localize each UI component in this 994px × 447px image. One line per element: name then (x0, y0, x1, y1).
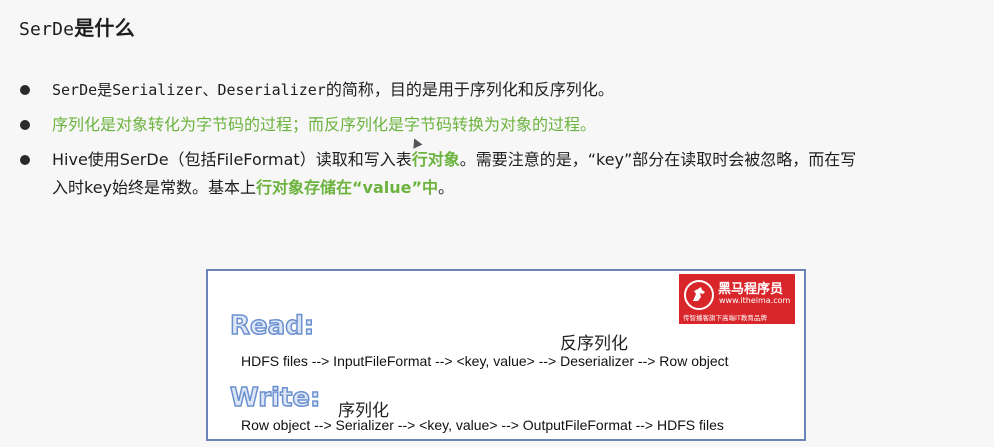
bullet-dot (20, 120, 30, 130)
bullet-1-part2: 的简称，目的是用于序列化和反序列化。 (325, 80, 614, 99)
bullet-dot (20, 155, 30, 165)
brand-logo: 黑马程序员 www.itheima.com 传智播客旗下高端IT教育品牌 (679, 274, 795, 324)
bullet-2-part1: 序列化是对象转化为字节码的过程；而 (52, 115, 325, 134)
bullet-item-2: 序列化是对象转化为字节码的过程；而反序列化是字节码转换为对象的过程。 (20, 111, 990, 139)
page-title: SerDe是什么 (19, 12, 135, 41)
bullet-3-part4: 入时key始终是常数。基本上 (52, 178, 257, 197)
bullet-3-part2: 行对象 (411, 150, 460, 169)
logo-slogan: 传智播客旗下高端IT教育品牌 (683, 314, 767, 322)
bullet-dot (20, 85, 30, 95)
bullet-3-part6: 。 (438, 178, 455, 197)
bullet-2-part2: 反序列化是字节码转换为对象的过程。 (324, 115, 597, 134)
read-label: Read: (229, 310, 315, 342)
read-cn-label: 反序列化 (560, 334, 628, 354)
bullet-3-part3: 。需要注意的是，“key”部分在读取时会被忽略，而在写 (459, 150, 857, 169)
bullet-3-part5: 行对象存储在“value”中 (256, 178, 439, 197)
bullet-item-3: Hive使用SerDe（包括FileFormat）读取和写入表行对象。需要注意的… (20, 146, 990, 202)
bullet-item-1: SerDe是Serializer、Deserializer的简称，目的是用于序列… (20, 76, 990, 104)
bullet-list: SerDe是Serializer、Deserializer的简称，目的是用于序列… (20, 76, 990, 202)
title-code: SerDe (19, 19, 75, 40)
logo-name: 黑马程序员 (718, 282, 784, 297)
horse-logo-icon (684, 280, 714, 310)
write-flow: Row object --> Serializer --> <key, valu… (241, 417, 724, 433)
bullet-1-part1: SerDe是Serializer、Deserializer (52, 81, 326, 99)
bullet-3-part1: Hive使用SerDe（包括FileFormat）读取和写入表 (52, 150, 412, 169)
read-flow: HDFS files --> InputFileFormat --> <key,… (241, 353, 729, 369)
serde-diagram: Read: 反序列化 HDFS files --> InputFileForma… (206, 269, 806, 441)
title-text: 是什么 (74, 16, 135, 40)
logo-url: www.itheima.com (719, 296, 791, 305)
write-label: Write: (229, 382, 321, 414)
